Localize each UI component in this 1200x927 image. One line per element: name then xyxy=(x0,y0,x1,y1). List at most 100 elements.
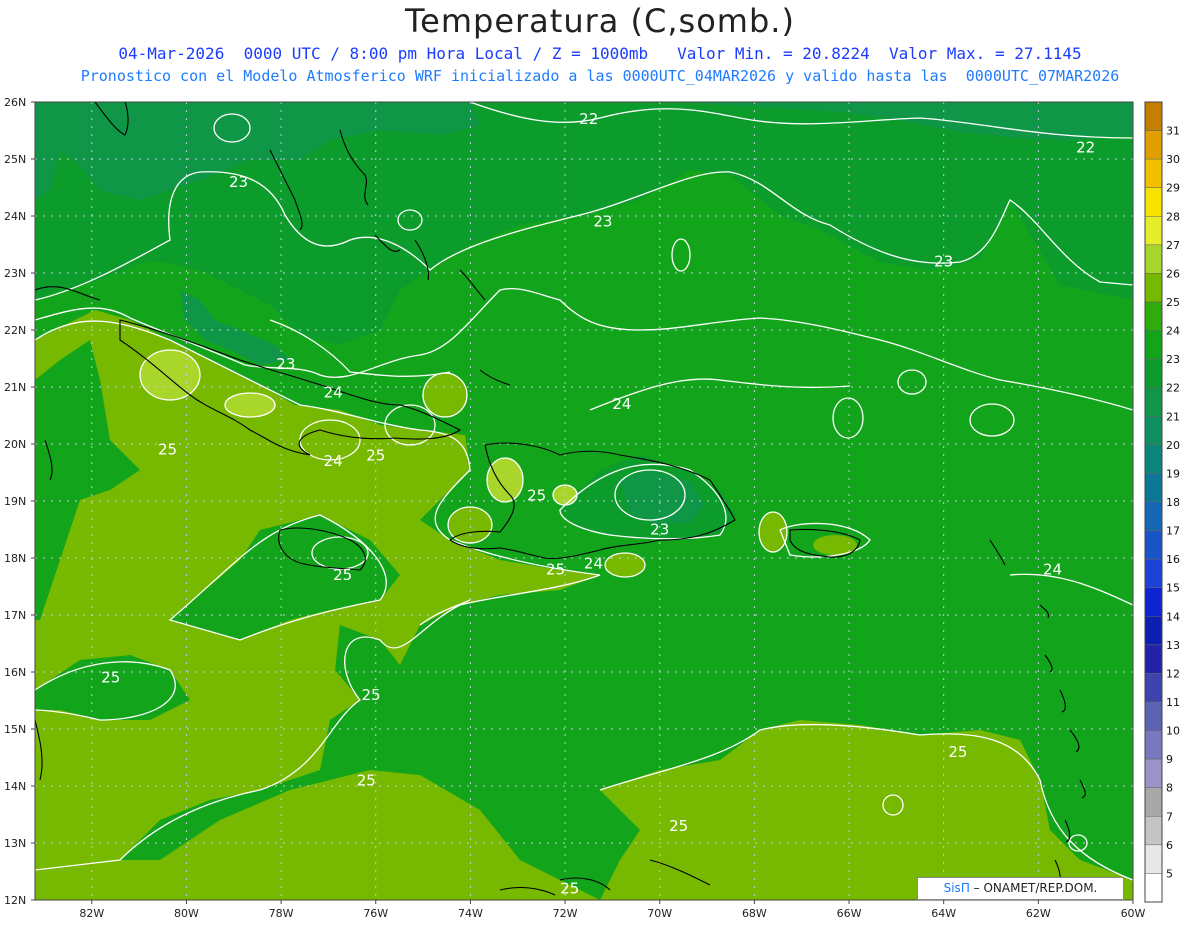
contour-label: 24 xyxy=(612,395,631,413)
contour-label: 25 xyxy=(948,743,967,761)
colorbar-label: 23 xyxy=(1166,353,1180,366)
temperature-map: 22 22 23 23 23 23 24 24 25 24 25 25 23 24 25 25 24 25 25 25… xyxy=(4,96,1180,920)
lat-label: 20N xyxy=(4,438,26,451)
colorbar-swatch xyxy=(1144,758,1163,788)
colorbar-label: 5 xyxy=(1166,867,1173,880)
lat-label: 26N xyxy=(4,96,26,109)
contour-label: 25 xyxy=(333,566,352,584)
colorbar-label: 27 xyxy=(1166,239,1180,252)
colorbar-label: 15 xyxy=(1166,582,1180,595)
colorbar-label: 28 xyxy=(1166,210,1180,223)
contour-label: 24 xyxy=(324,384,343,402)
colorbar-swatch xyxy=(1144,444,1163,474)
contour-label: 25 xyxy=(357,771,376,789)
colorbar-swatch xyxy=(1144,816,1163,846)
lon-label: 82W xyxy=(79,907,104,920)
colorbar-label: 19 xyxy=(1166,467,1180,480)
colorbar-swatch xyxy=(1144,358,1163,388)
lon-label: 78W xyxy=(269,907,294,920)
colorbar-label: 30 xyxy=(1166,153,1180,166)
contour-label: 23 xyxy=(650,521,669,539)
colorbar-label: 7 xyxy=(1166,810,1173,823)
colorbar-swatch xyxy=(1144,701,1163,731)
contour-label: 24 xyxy=(324,452,343,470)
colorbar-label: 26 xyxy=(1166,267,1180,280)
lon-label: 66W xyxy=(837,907,862,920)
lon-label: 64W xyxy=(931,907,956,920)
contour-label: 25 xyxy=(366,446,385,464)
colorbar-label: 9 xyxy=(1166,753,1173,766)
lon-label: 80W xyxy=(174,907,199,920)
contour-label: 22 xyxy=(579,110,598,128)
lat-label: 18N xyxy=(4,552,26,565)
colorbar-swatch xyxy=(1144,216,1163,246)
colorbar-label: 25 xyxy=(1166,296,1180,309)
temperature-field xyxy=(35,102,1133,900)
lat-label: 13N xyxy=(4,837,26,850)
colorbar-label: 13 xyxy=(1166,639,1180,652)
credit-box: SisΠ – ONAMET/REP.DOM. xyxy=(917,877,1124,900)
colorbar-label: 18 xyxy=(1166,496,1180,509)
colorbar-swatch xyxy=(1144,158,1163,188)
contour-label: 23 xyxy=(934,253,953,271)
contour-label: 24 xyxy=(584,555,603,573)
colorbar-swatch xyxy=(1144,616,1163,646)
lon-label: 62W xyxy=(1026,907,1051,920)
lon-label: 72W xyxy=(553,907,578,920)
lat-label: 25N xyxy=(4,153,26,166)
colorbar-swatch xyxy=(1144,130,1163,160)
lat-label: 12N xyxy=(4,894,26,907)
lat-label: 17N xyxy=(4,609,26,622)
colorbar-label: 22 xyxy=(1166,382,1180,395)
colorbar-swatch xyxy=(1144,530,1163,560)
contour-label: 23 xyxy=(229,173,248,191)
contour-label: 23 xyxy=(276,355,295,373)
lon-label: 76W xyxy=(363,907,388,920)
colorbar-swatch xyxy=(1144,644,1163,674)
colorbar-swatch xyxy=(1144,273,1163,303)
contour-label: 25 xyxy=(158,441,177,459)
colorbar-swatch xyxy=(1144,873,1163,903)
lat-label: 15N xyxy=(4,723,26,736)
lat-label: 21N xyxy=(4,381,26,394)
colorbar-label: 29 xyxy=(1166,182,1180,195)
contour-label: 25 xyxy=(669,817,688,835)
lon-label: 70W xyxy=(647,907,672,920)
contour-label: 25 xyxy=(527,486,546,504)
lat-label: 22N xyxy=(4,324,26,337)
lat-label: 16N xyxy=(4,666,26,679)
colorbar-label: 24 xyxy=(1166,325,1180,338)
lon-label: 60W xyxy=(1121,907,1146,920)
contour-label: 23 xyxy=(593,213,612,231)
contour-label: 25 xyxy=(546,560,565,578)
colorbar-swatch xyxy=(1144,501,1163,531)
colorbar-label: 8 xyxy=(1166,782,1173,795)
credit-brand: SisΠ xyxy=(943,881,970,895)
colorbar-swatch xyxy=(1144,587,1163,617)
colorbar: 31 30 29 28 27 26 25 24 23 22 21 20 19 18 17 16 15 14 13 12… xyxy=(1144,101,1180,903)
colorbar-label: 6 xyxy=(1166,839,1173,852)
lon-label: 68W xyxy=(742,907,767,920)
colorbar-swatch xyxy=(1144,473,1163,503)
contour-label: 25 xyxy=(101,669,120,687)
credit-text: – ONAMET/REP.DOM. xyxy=(969,881,1098,895)
colorbar-swatch xyxy=(1144,387,1163,417)
colorbar-swatch xyxy=(1144,244,1163,274)
colorbar-label: 17 xyxy=(1166,525,1180,538)
colorbar-swatch xyxy=(1144,416,1163,446)
colorbar-label: 11 xyxy=(1166,696,1180,709)
colorbar-label: 21 xyxy=(1166,410,1180,423)
lat-label: 24N xyxy=(4,210,26,223)
colorbar-swatch xyxy=(1144,787,1163,817)
colorbar-label: 16 xyxy=(1166,553,1180,566)
colorbar-swatch xyxy=(1144,301,1163,331)
colorbar-swatch xyxy=(1144,844,1163,874)
colorbar-label: 12 xyxy=(1166,667,1180,680)
contour-label: 22 xyxy=(1076,139,1095,157)
colorbar-label: 20 xyxy=(1166,439,1180,452)
colorbar-label: 31 xyxy=(1166,125,1180,138)
colorbar-swatch xyxy=(1144,558,1163,588)
colorbar-swatch xyxy=(1144,330,1163,360)
colorbar-swatch xyxy=(1144,187,1163,217)
contour-label: 24 xyxy=(1043,560,1062,578)
